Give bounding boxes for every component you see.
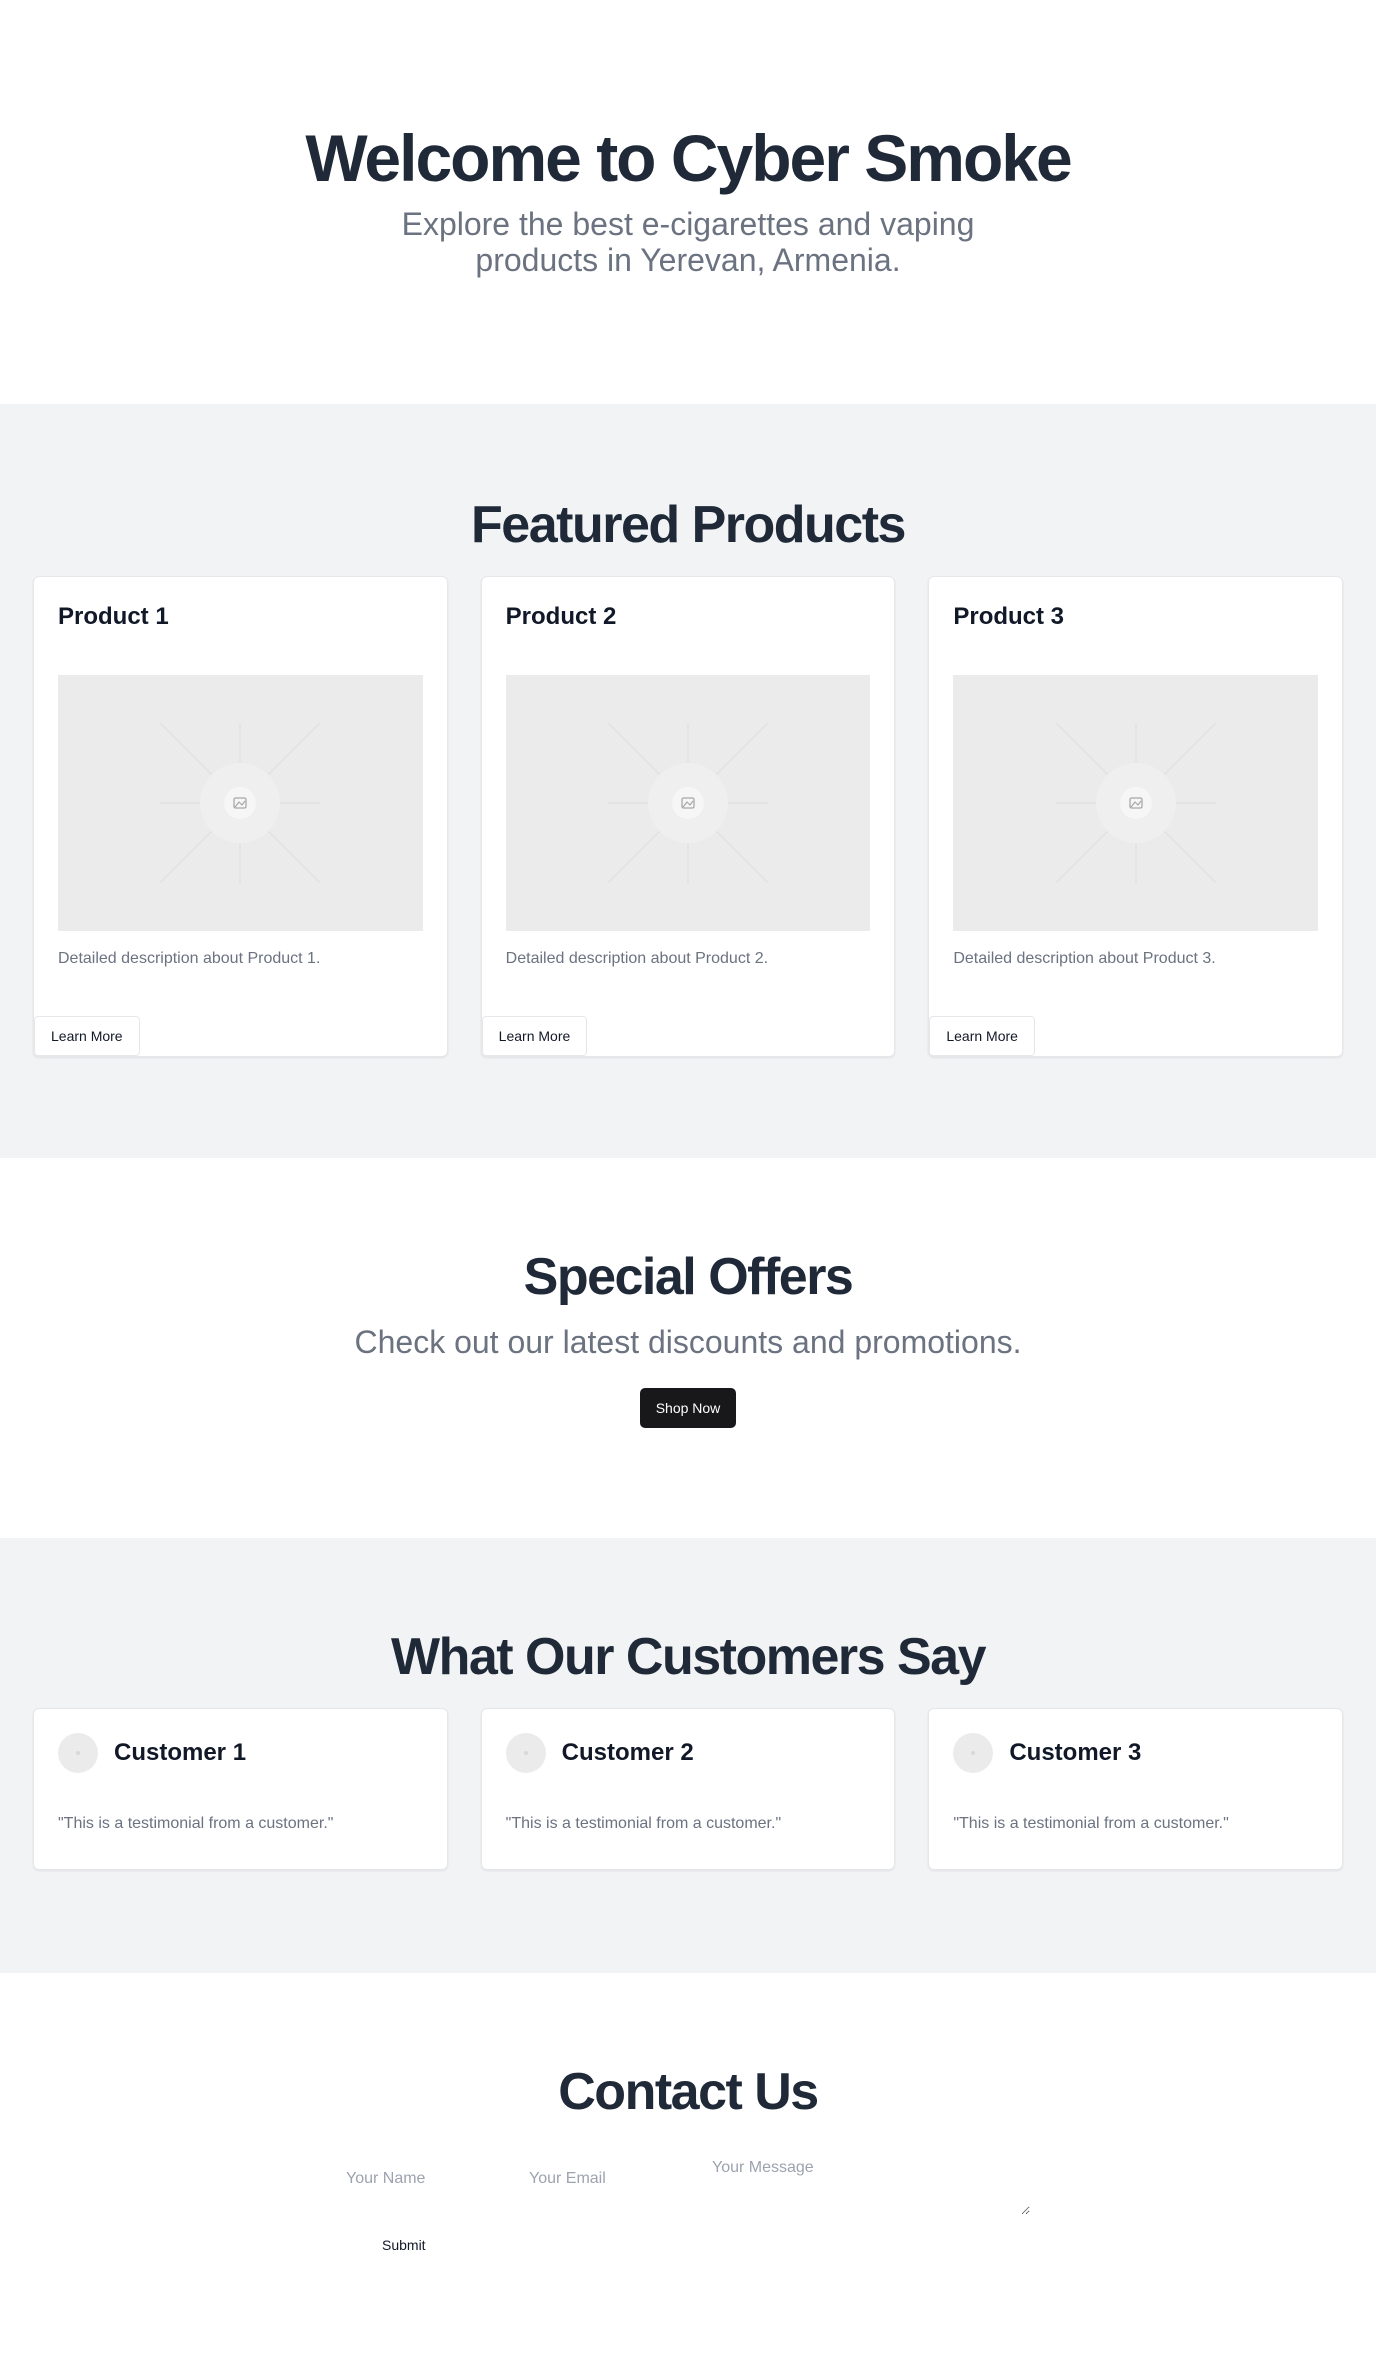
testimonial-header: Customer 2 [505, 1733, 871, 1773]
testimonial-quote: "This is a testimonial from a customer." [953, 1815, 1229, 1832]
submit-button[interactable]: Submit [382, 2237, 426, 2253]
product-name: Product 2 [505, 603, 617, 630]
message-textarea[interactable] [702, 2155, 1030, 2215]
customer-name: Customer 1 [114, 1739, 247, 1766]
special-offers-section: Special Offers Check out our latest disc… [0, 1158, 1376, 1538]
testimonial-quote: "This is a testimonial from a customer." [58, 1815, 334, 1832]
customer-name: Customer 3 [1009, 1739, 1142, 1766]
image-placeholder-icon [1055, 723, 1216, 883]
customer-name: Customer 2 [561, 1739, 694, 1766]
avatar [58, 1733, 98, 1773]
testimonial-card: Customer 2 "This is a testimonial from a… [480, 1708, 896, 1870]
avatar-placeholder-icon [971, 1751, 976, 1755]
contact-section: Contact Us Submit [0, 1973, 1376, 2380]
testimonial-card: Customer 1 "This is a testimonial from a… [33, 1708, 448, 1870]
product-name: Product 3 [953, 603, 1065, 630]
testimonial-header: Customer 1 [58, 1733, 423, 1773]
product-card: Product 2 Detailed description about Pro… [480, 576, 896, 1057]
avatar-placeholder-icon [76, 1751, 80, 1755]
learn-more-button[interactable]: Learn More [929, 1016, 1035, 1056]
product-description: Detailed description about Product 2. [505, 950, 769, 967]
email-input[interactable] [519, 2165, 702, 2193]
featured-products-section: Featured Products Product 1 Detailed des… [0, 404, 1376, 1158]
testimonials-title: What Our Customers Say [390, 1628, 987, 1686]
hero-title: Welcome to Cyber Smoke [305, 121, 1072, 195]
image-placeholder-icon [608, 723, 768, 883]
featured-title: Featured Products [471, 496, 906, 554]
testimonials-section: What Our Customers Say Customer 1 "This … [0, 1538, 1376, 1973]
testimonial-card: Customer 3 "This is a testimonial from a… [928, 1708, 1344, 1870]
product-image [58, 675, 423, 931]
image-placeholder-icon [160, 723, 321, 883]
contact-title: Contact Us [558, 2063, 819, 2121]
offers-text: Check out our latest discounts and promo… [354, 1324, 1022, 1360]
avatar [505, 1733, 546, 1773]
product-description: Detailed description about Product 1. [58, 950, 321, 967]
offers-title: Special Offers [523, 1248, 854, 1306]
shop-now-button[interactable]: Shop Now [639, 1388, 737, 1428]
testimonial-quote: "This is a testimonial from a customer." [505, 1815, 782, 1832]
product-image [505, 675, 871, 931]
product-card: Product 3 Detailed description about Pro… [928, 576, 1344, 1057]
hero-section: Welcome to Cyber Smoke Explore the best … [0, 0, 1376, 404]
avatar [953, 1733, 994, 1773]
testimonial-header: Customer 3 [953, 1733, 1318, 1773]
hero-subtitle: Explore the best e-cigarettes and vaping… [401, 206, 975, 278]
name-input[interactable] [336, 2165, 519, 2193]
product-card: Product 1 Detailed description about Pro… [33, 576, 448, 1057]
learn-more-button[interactable]: Learn More [481, 1016, 588, 1056]
product-description: Detailed description about Product 3. [953, 950, 1216, 967]
product-grid: Product 1 Detailed description about Pro… [0, 576, 1376, 1057]
contact-form-row [0, 2155, 1376, 2215]
contact-form: Submit [0, 2155, 1376, 2253]
testimonial-grid: Customer 1 "This is a testimonial from a… [0, 1708, 1376, 1870]
product-image [953, 675, 1319, 931]
avatar-placeholder-icon [523, 1751, 528, 1755]
product-name: Product 1 [58, 603, 169, 630]
learn-more-button[interactable]: Learn More [34, 1016, 140, 1056]
